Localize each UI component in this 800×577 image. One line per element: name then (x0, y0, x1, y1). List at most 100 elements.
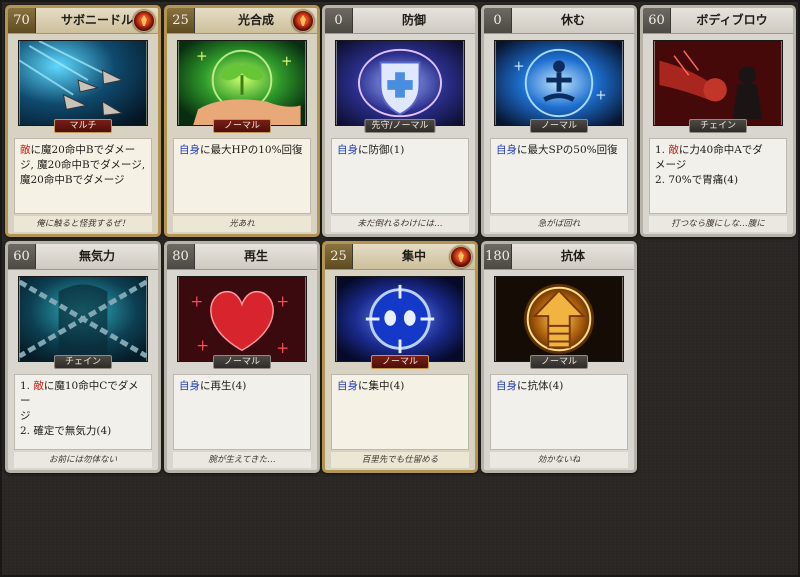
card-artwork: + + + + (177, 276, 307, 362)
skill-card[interactable]: 80 再生 + + + + ノーマル 自身に再生(4) 腕が生えてきた… (164, 241, 320, 473)
card-type-tag: ノーマル (530, 119, 588, 133)
target-keyword: 自身 (179, 380, 200, 392)
description-text: 2. 70%で胃痛(4) (655, 174, 739, 186)
svg-text:+: + (595, 88, 606, 104)
description-text: に防御(1) (358, 144, 405, 156)
card-description: 自身に防御(1) (331, 138, 469, 214)
skill-card[interactable]: 25 光合成 + + ノーマル 自身に最大HPの10%回復 光あれ (164, 5, 320, 237)
card-collection: 70 サボニードル マルチ 敵に魔20命中Bでダメー ジ, 魔20命中Bでダメージ, 魔2… (0, 0, 800, 577)
card-artwork: + + (494, 40, 624, 126)
card-artwork (18, 40, 148, 126)
card-header: 70 サボニードル (8, 8, 158, 34)
skill-card[interactable]: 70 サボニードル マルチ 敵に魔20命中Bでダメー ジ, 魔20命中Bでダメージ, 魔2… (5, 5, 161, 237)
card-cost: 60 (8, 244, 36, 269)
description-line: 2. 確定で無気力(4) (20, 424, 146, 439)
description-line: 自身に再生(4) (179, 379, 305, 394)
description-line: ジ (20, 409, 146, 424)
card-header: 0 防御 (325, 8, 475, 34)
card-artwork (18, 276, 148, 362)
svg-text:+: + (196, 336, 209, 354)
description-text: 1. (655, 144, 669, 156)
skill-card[interactable]: 0 防御先守/ノーマル自身に防御(1) 未だ倒れるわけには… (322, 5, 478, 237)
description-text: 1. (20, 380, 34, 392)
card-artwork (335, 40, 465, 126)
card-flavor-text: 打つなら腹にしな…腹に (649, 216, 787, 232)
skill-card[interactable]: 25 集中 ノーマル 自身に集中(4) 百里先でも仕留める (322, 241, 478, 473)
card-description: 1. 敵に力40命中Aでダメージ 2. 70%で胃痛(4) (649, 138, 787, 214)
card-description: 自身に最大HPの10%回復 (173, 138, 311, 214)
card-type-tag: チェイン (689, 119, 747, 133)
description-line: 自身に防御(1) (337, 143, 463, 158)
description-line: 自身に最大SPの50%回復 (496, 143, 622, 158)
target-keyword: 自身 (496, 380, 517, 392)
card-cost: 0 (325, 8, 353, 33)
description-text: に最大SPの50%回復 (517, 144, 618, 156)
card-type-tag: チェイン (54, 355, 112, 369)
target-keyword: 敵 (668, 144, 679, 156)
card-artwork: + + (177, 40, 307, 126)
card-artwork (494, 276, 624, 362)
skill-card[interactable]: 180 抗体 ノーマル 自身に抗体(4) 効かないね (481, 241, 637, 473)
description-text: メージ (655, 159, 687, 171)
description-text: に再生(4) (200, 380, 247, 392)
description-text: ジ, 魔20命中Bでダメージ, (20, 159, 146, 171)
description-text: に力40命中Aでダ (678, 144, 763, 156)
card-header: 180 抗体 (484, 244, 634, 270)
svg-text:+: + (276, 292, 289, 310)
card-type-tag: マルチ (54, 119, 112, 133)
description-line: ジ, 魔20命中Bでダメージ, (20, 158, 146, 173)
card-header: 60 ボディブロウ (643, 8, 793, 34)
card-description: 自身に最大SPの50%回復 (490, 138, 628, 214)
description-line: メージ (655, 158, 781, 173)
card-cost: 70 (8, 8, 36, 33)
flame-emblem-icon (292, 10, 314, 32)
card-type-tag: ノーマル (371, 355, 429, 369)
card-type-tag: ノーマル (213, 119, 271, 133)
card-cost: 25 (325, 244, 353, 269)
svg-text:+: + (276, 339, 289, 357)
description-text: に抗体(4) (517, 380, 564, 392)
description-line: 自身に最大HPの10%回復 (179, 143, 305, 158)
card-description: 1. 敵に魔10命中Cでダメージ 2. 確定で無気力(4) (14, 374, 152, 450)
card-cost: 60 (643, 8, 671, 33)
card-flavor-text: 俺に触ると怪我するぜ！ (14, 216, 152, 232)
svg-text:+: + (196, 49, 207, 65)
card-description: 自身に集中(4) (331, 374, 469, 450)
target-keyword: 敵 (20, 144, 31, 156)
description-line: 自身に抗体(4) (496, 379, 622, 394)
description-text: に最大HPの10%回復 (200, 144, 303, 156)
card-flavor-text: 腕が生えてきた… (173, 452, 311, 468)
flame-emblem-icon (450, 246, 472, 268)
description-line: 2. 70%で胃痛(4) (655, 173, 781, 188)
card-title: ボディブロウ (696, 13, 768, 27)
card-flavor-text: 百里先でも仕留める (331, 452, 469, 468)
card-flavor-text: 未だ倒れるわけには… (331, 216, 469, 232)
description-line: 魔20命中Bでダメージ (20, 173, 146, 188)
description-line: 自身に集中(4) (337, 379, 463, 394)
card-title: 無気力 (78, 249, 115, 263)
card-cost: 180 (484, 244, 512, 269)
card-title: 休む (560, 13, 585, 27)
card-type-tag: 先守/ノーマル (364, 119, 436, 133)
skill-card[interactable]: 0 休む + + ノーマル 自身に最大SPの50%回復 急がば回れ (481, 5, 637, 237)
skill-card[interactable]: 60 無気力チェイン 1. 敵に魔10命中Cでダメージ 2. 確定で無気力(4) お前に… (5, 241, 161, 473)
card-flavor-text: お前には勿体ない (14, 452, 152, 468)
card-flavor-text: 急がば回れ (490, 216, 628, 232)
card-header: 80 再生 (167, 244, 317, 270)
description-line: 1. 敵に魔10命中Cでダメー (20, 379, 146, 409)
card-title: 防御 (401, 13, 426, 27)
card-artwork (653, 40, 783, 126)
card-cost: 80 (167, 244, 195, 269)
card-cost: 0 (484, 8, 512, 33)
card-header: 0 休む (484, 8, 634, 34)
svg-text:+: + (513, 58, 524, 74)
description-text: 2. 確定で無気力(4) (20, 425, 112, 437)
target-keyword: 自身 (337, 380, 358, 392)
target-keyword: 自身 (496, 144, 517, 156)
svg-text:+: + (281, 53, 292, 69)
description-text: に集中(4) (358, 380, 405, 392)
card-cost: 25 (167, 8, 195, 33)
description-text: 魔20命中Bでダメージ (20, 174, 125, 186)
target-keyword: 自身 (179, 144, 200, 156)
skill-card[interactable]: 60 ボディブロウチェイン 1. 敵に力40命中Aでダメージ 2. 70%で胃痛(4)… (640, 5, 796, 237)
